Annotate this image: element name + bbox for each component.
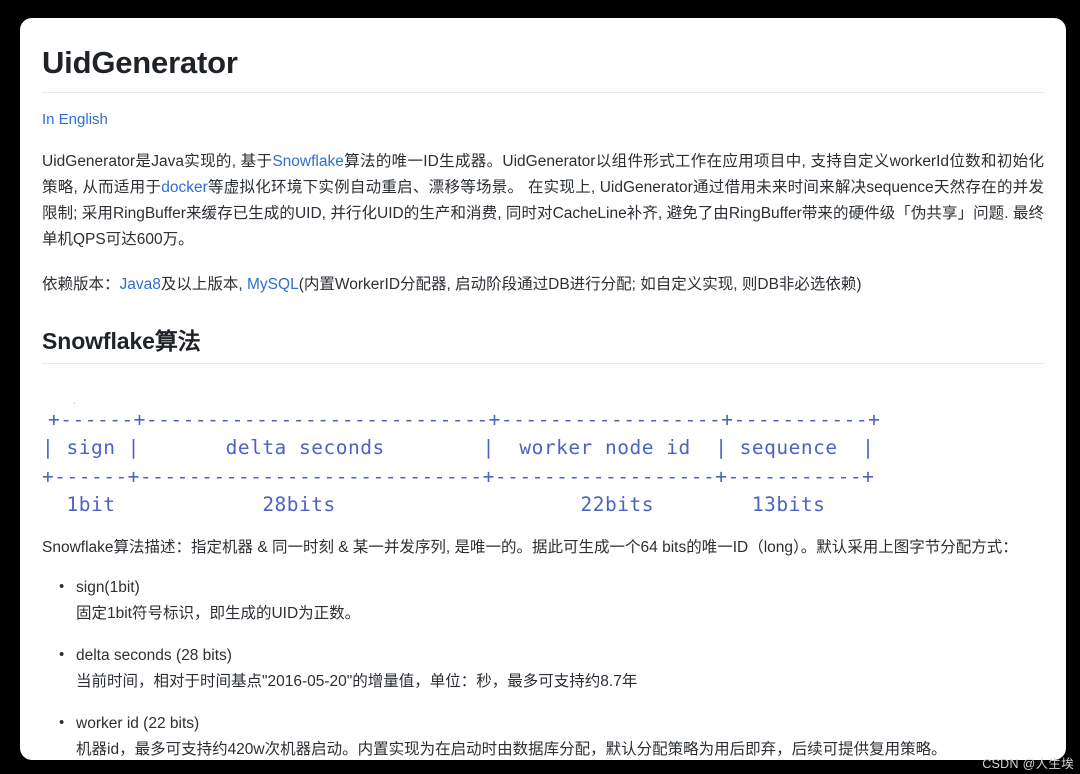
diagram-dot-marker: . [72, 396, 78, 406]
snowflake-link[interactable]: Snowflake [272, 153, 344, 170]
dependency-mid: 及以上版本, [160, 275, 248, 293]
list-item-description: 机器id，最多可支持约420w次机器启动。内置实现为在启动时由数据库分配，默认分… [76, 740, 947, 758]
page-title: UidGenerator [42, 44, 1044, 93]
snowflake-bit-layout-diagram: . +------+----------------------------+--… [42, 383, 1044, 526]
list-item-description: 当前时间，相对于时间基点"2016-05-20"的增量值，单位：秒，最多可支持约… [76, 672, 638, 690]
list-item-title: sign(1bit) [76, 578, 140, 596]
in-english-paragraph: In English [42, 110, 1044, 130]
bit-field-list: sign(1bit) 固定1bit符号标识，即生成的UID为正数。 delta … [42, 574, 1044, 760]
section-title-snowflake: Snowflake算法 [42, 322, 1044, 364]
document-card: UidGenerator In English UidGenerator是Jav… [20, 18, 1066, 760]
intro-paragraph: UidGenerator是Java实现的, 基于Snowflake算法的唯一ID… [42, 149, 1044, 253]
list-item-title: worker id (22 bits) [76, 714, 200, 732]
list-item: delta seconds (28 bits) 当前时间，相对于时间基点"201… [59, 642, 1044, 695]
dependency-tail: (内置WorkerID分配器, 启动阶段通过DB进行分配; 如自定义实现, 则D… [298, 275, 862, 293]
dependency-label: 依赖版本： [42, 275, 120, 293]
in-english-link[interactable]: In English [42, 111, 108, 128]
docker-link[interactable]: docker [161, 179, 208, 196]
list-item-description: 固定1bit符号标识，即生成的UID为正数。 [76, 604, 361, 622]
list-item-title: delta seconds (28 bits) [76, 646, 232, 664]
csdn-watermark: CSDN @人生埃 [982, 757, 1074, 771]
intro-text-part1: UidGenerator是Java实现的, 基于 [42, 152, 273, 170]
list-item: sign(1bit) 固定1bit符号标识，即生成的UID为正数。 [59, 574, 1044, 627]
document-content: UidGenerator In English UidGenerator是Jav… [42, 18, 1044, 760]
java8-link[interactable]: Java8 [120, 276, 161, 293]
mysql-link[interactable]: MySQL [247, 276, 299, 293]
dependency-paragraph: 依赖版本：Java8及以上版本, MySQL(内置WorkerID分配器, 启动… [42, 272, 1044, 298]
snowflake-description: Snowflake算法描述：指定机器 & 同一时刻 & 某一并发序列, 是唯一的… [42, 538, 1018, 556]
list-item: worker id (22 bits) 机器id，最多可支持约420w次机器启动… [59, 710, 1044, 760]
diagram-ascii-art: +------+----------------------------+---… [42, 407, 881, 517]
